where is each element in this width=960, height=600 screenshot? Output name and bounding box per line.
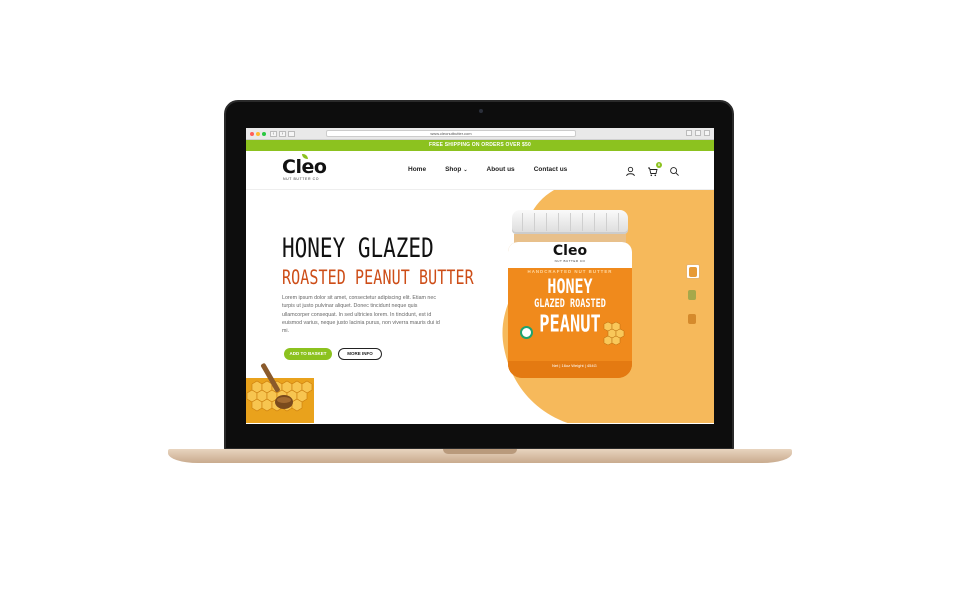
honeycomb-icon — [603, 321, 625, 346]
forward-button[interactable]: › — [279, 130, 286, 137]
site-header: Cleo NUT BUTTER CO Home Shop ⌄ About us … — [246, 151, 714, 190]
back-button[interactable]: ‹ — [270, 130, 277, 137]
webcam — [479, 109, 483, 113]
hero-title-line1: HONEY GLAZED — [282, 233, 434, 263]
cart-icon[interactable]: 0 — [647, 162, 662, 177]
minimize-window-button[interactable] — [256, 131, 260, 136]
logo-subtitle: NUT BUTTER CO — [283, 177, 320, 181]
browser-toolbar: ‹ › www.cleonutbutter.com — [246, 128, 714, 140]
thumbnail-green-jar[interactable] — [686, 288, 700, 303]
thumbnail-orange-jar[interactable] — [686, 312, 700, 327]
share-button[interactable] — [686, 130, 692, 136]
scene: ‹ › www.cleonutbutter.com FREE SHIPPING … — [0, 0, 960, 600]
logo-text: Cleo — [282, 156, 327, 178]
hero-section: HONEY GLAZED ROASTED PEANUT BUTTER Lorem… — [246, 190, 714, 423]
product-jar-image: Cleo NUT BUTTER CO HANDCRAFTED NUT BUTTE… — [508, 210, 632, 378]
jar-body: Cleo NUT BUTTER CO HANDCRAFTED NUT BUTTE… — [508, 242, 632, 378]
jar-lid — [512, 210, 628, 234]
jar-tagline: HANDCRAFTED NUT BUTTER — [527, 269, 613, 274]
jar-info-strip: Net | 16oz Weight | 454G — [508, 361, 632, 378]
tabs-button[interactable] — [695, 130, 701, 136]
promo-banner: FREE SHIPPING ON ORDERS OVER $50 — [246, 140, 714, 151]
net-weight: Net | 16oz Weight | 454G — [552, 363, 597, 368]
main-nav: Home Shop ⌄ About us Contact us — [408, 166, 567, 173]
nav-about[interactable]: About us — [487, 166, 515, 173]
jar-logo-subtitle: NUT BUTTER CO — [554, 259, 586, 263]
address-bar[interactable]: www.cleonutbutter.com — [326, 130, 576, 137]
thumbnail-honey-jar[interactable] — [686, 264, 700, 279]
maximize-window-button[interactable] — [262, 131, 266, 136]
more-info-button[interactable]: MORE INFO — [338, 348, 382, 360]
jar-label-top: Cleo NUT BUTTER CO — [508, 242, 632, 268]
jar-label-main: HANDCRAFTED NUT BUTTER HONEY GLAZED ROAS… — [508, 268, 632, 378]
cart-count-badge: 0 — [656, 162, 662, 168]
quality-seal-icon — [520, 326, 533, 339]
jar-name-line2: GLAZED ROASTED — [534, 297, 606, 311]
chevron-down-icon: ⌄ — [463, 166, 468, 173]
jar-logo: Cleo — [552, 243, 588, 259]
nav-shop-label: Shop — [445, 166, 462, 173]
nav-shop[interactable]: Shop ⌄ — [445, 166, 467, 173]
add-to-basket-button[interactable]: ADD TO BASKET — [284, 348, 332, 360]
laptop-lid: ‹ › www.cleonutbutter.com FREE SHIPPING … — [224, 100, 734, 450]
new-tab-button[interactable] — [704, 130, 710, 136]
hero-title-line2: ROASTED PEANUT BUTTER — [282, 266, 474, 290]
laptop-base — [168, 449, 792, 463]
site-logo[interactable]: Cleo NUT BUTTER CO — [282, 154, 342, 185]
sidebar-toggle-button[interactable] — [288, 130, 295, 137]
laptop-notch — [443, 449, 517, 454]
product-thumbnails — [686, 264, 700, 327]
close-window-button[interactable] — [250, 131, 254, 136]
user-icon[interactable] — [625, 164, 636, 177]
laptop-screen: ‹ › www.cleonutbutter.com FREE SHIPPING … — [246, 128, 714, 424]
nav-home[interactable]: Home — [408, 166, 426, 173]
search-icon[interactable] — [669, 164, 680, 176]
jar-name-line1: HONEY — [547, 275, 593, 299]
nav-contact[interactable]: Contact us — [534, 166, 568, 173]
hero-description: Lorem ipsum dolor sit amet, consectetur … — [282, 295, 440, 335]
honeycomb-dipper-image — [246, 363, 314, 423]
